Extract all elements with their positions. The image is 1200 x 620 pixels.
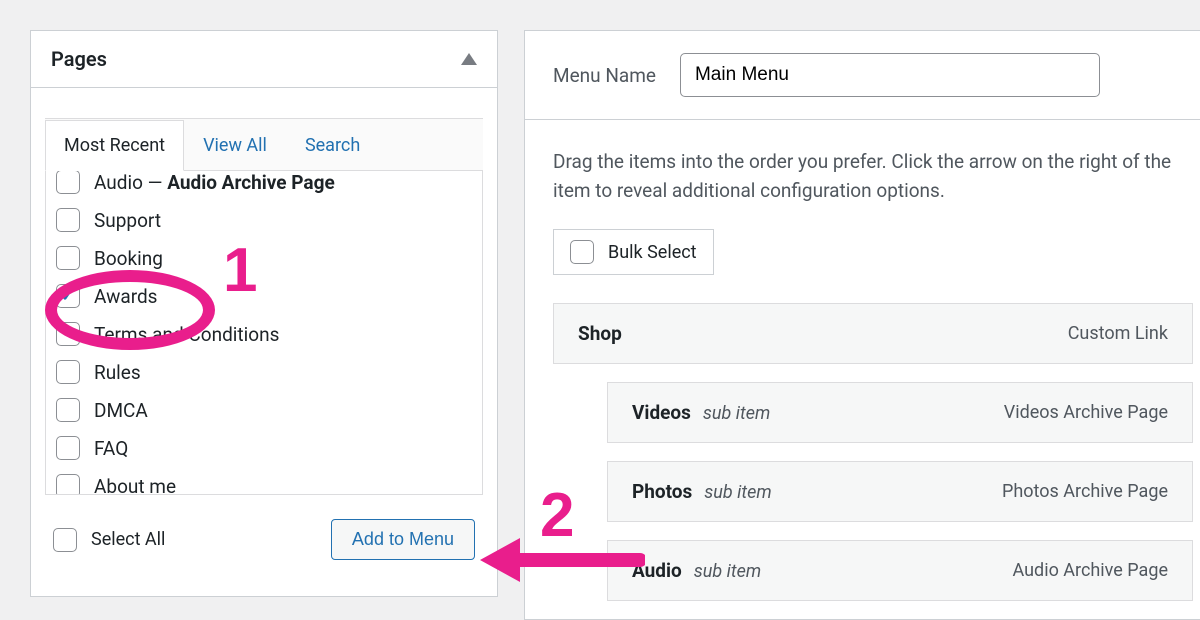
- menu-structure-panel: Menu Name Drag the items into the order …: [524, 30, 1200, 620]
- menu-name-input[interactable]: [680, 53, 1100, 97]
- menu-item-shop[interactable]: Shop Custom Link: [553, 303, 1193, 364]
- page-item-support[interactable]: Support: [56, 201, 472, 239]
- checkbox[interactable]: [56, 171, 80, 194]
- checkbox[interactable]: [56, 398, 80, 422]
- page-item-awards[interactable]: Awards: [56, 277, 472, 315]
- checkbox[interactable]: [56, 436, 80, 460]
- menu-name-row: Menu Name: [525, 31, 1200, 120]
- menu-item-photos[interactable]: Photos sub item Photos Archive Page: [607, 461, 1193, 522]
- checkbox[interactable]: [56, 360, 80, 384]
- page-list-scroll[interactable]: Audio — Audio Archive Page Support Booki…: [45, 171, 483, 495]
- menu-name-label: Menu Name: [553, 64, 656, 87]
- checkbox[interactable]: [570, 240, 594, 264]
- pages-title: Pages: [51, 47, 107, 71]
- pages-tabs: Most Recent View All Search: [45, 118, 483, 171]
- bulk-select[interactable]: Bulk Select: [553, 229, 714, 275]
- menu-item-videos[interactable]: Videos sub item Videos Archive Page: [607, 382, 1193, 443]
- menu-items: Shop Custom Link Videos sub item Videos …: [525, 275, 1200, 601]
- collapse-icon: [461, 53, 477, 65]
- tab-search[interactable]: Search: [286, 120, 379, 171]
- checkbox[interactable]: [53, 528, 77, 552]
- page-item-about[interactable]: About me: [56, 467, 472, 495]
- page-item-rules[interactable]: Rules: [56, 353, 472, 391]
- checkbox[interactable]: [56, 322, 80, 346]
- checkbox[interactable]: [56, 284, 80, 308]
- pages-body: Most Recent View All Search Audio — Audi…: [31, 88, 497, 596]
- pages-accordion-panel: Pages Most Recent View All Search Audio …: [30, 30, 498, 597]
- pages-accordion-toggle[interactable]: Pages: [31, 31, 497, 88]
- page-item-terms[interactable]: Terms and Conditions: [56, 315, 472, 353]
- page-item-audio[interactable]: Audio — Audio Archive Page: [56, 171, 472, 201]
- page-item-faq[interactable]: FAQ: [56, 429, 472, 467]
- tab-view-all[interactable]: View All: [184, 120, 286, 171]
- page-item-dmca[interactable]: DMCA: [56, 391, 472, 429]
- menu-item-audio[interactable]: Audio sub item Audio Archive Page: [607, 540, 1193, 601]
- checkbox[interactable]: [56, 246, 80, 270]
- checkbox[interactable]: [56, 208, 80, 232]
- tab-most-recent[interactable]: Most Recent: [45, 120, 184, 171]
- checkbox[interactable]: [56, 474, 80, 495]
- pages-footer: Select All Add to Menu: [45, 495, 483, 580]
- select-all[interactable]: Select All: [53, 528, 165, 552]
- drag-hint: Drag the items into the order you prefer…: [525, 120, 1200, 205]
- page-list: Audio — Audio Archive Page Support Booki…: [56, 171, 472, 495]
- add-to-menu-button[interactable]: Add to Menu: [331, 519, 475, 560]
- page-item-booking[interactable]: Booking: [56, 239, 472, 277]
